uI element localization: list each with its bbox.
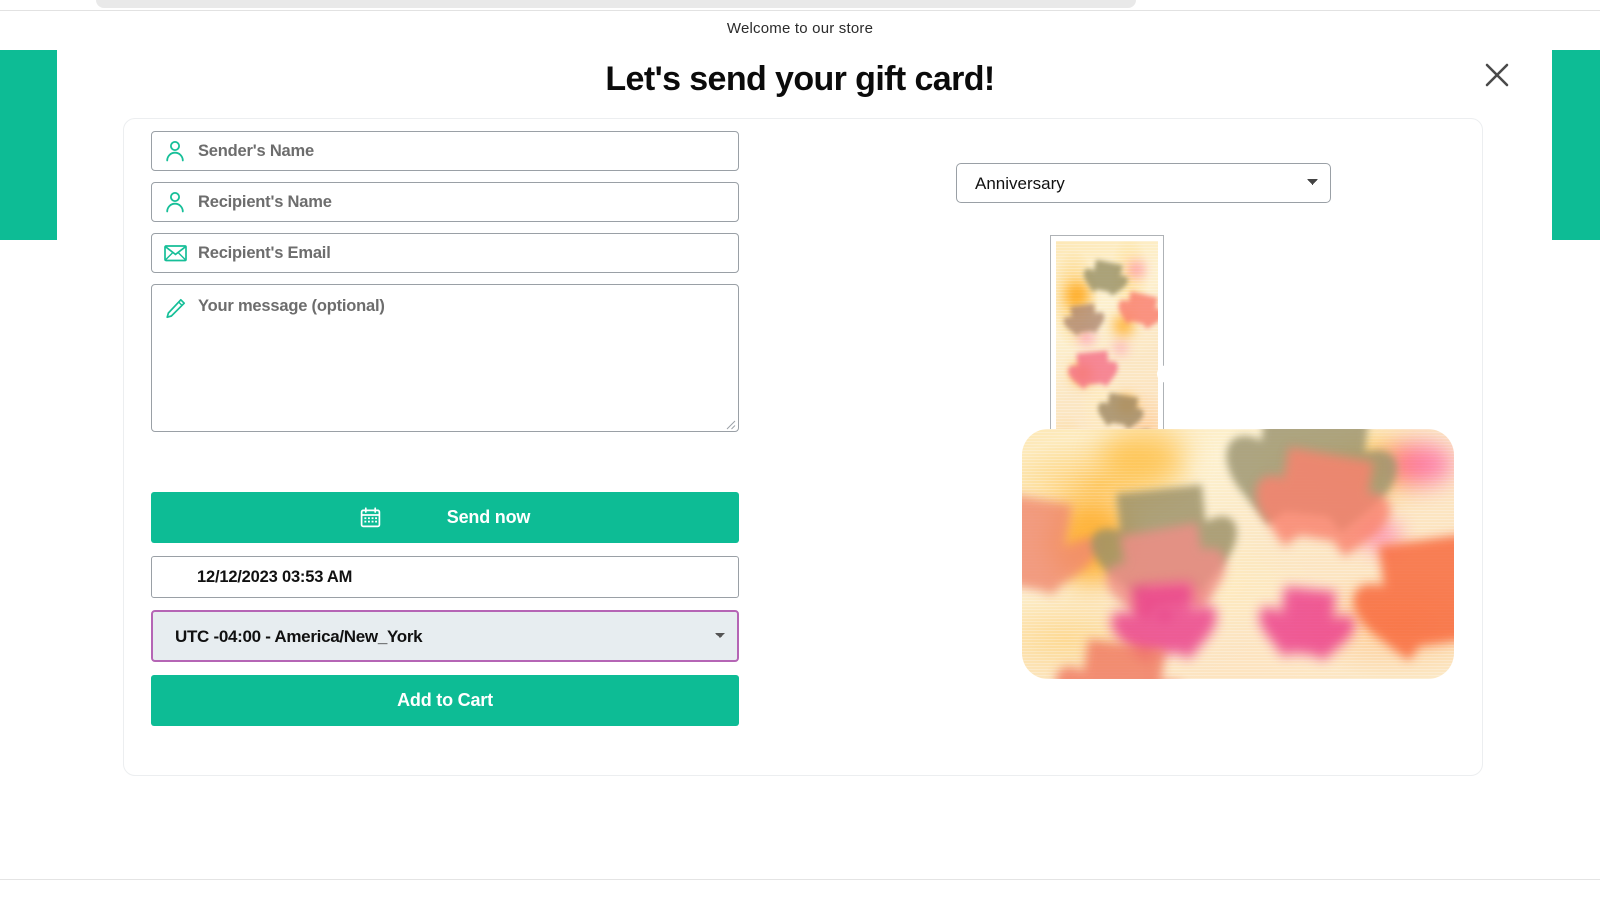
calendar-icon (360, 507, 381, 528)
design-selected-indicator (1157, 365, 1174, 382)
send-now-label: Send now (446, 507, 531, 527)
user-icon (152, 190, 198, 214)
close-icon[interactable] (1479, 57, 1515, 93)
gift-card-form: Sender's Name Recipient's Name Recipient… (151, 131, 751, 726)
add-to-cart-button[interactable]: Add to Cart (151, 675, 739, 726)
datetime-input[interactable]: 12/12/2023 03:53 AM (151, 556, 739, 598)
message-placeholder: Your message (optional) (198, 297, 385, 315)
card-preview-panel: Anniversary (824, 119, 1484, 777)
send-now-button[interactable]: Send now (151, 492, 739, 543)
timezone-select[interactable]: UTC -04:00 - America/New_York (151, 610, 739, 662)
add-to-cart-label: Add to Cart (397, 690, 493, 710)
recipient-name-field[interactable]: Recipient's Name (151, 182, 739, 222)
gift-card-large-preview-image (1022, 429, 1454, 679)
pencil-icon (152, 297, 198, 320)
occasion-select[interactable]: Anniversary (956, 163, 1331, 203)
sender-name-placeholder: Sender's Name (198, 141, 314, 160)
gift-card-form-panel: Sender's Name Recipient's Name Recipient… (123, 118, 1483, 776)
recipient-email-placeholder: Recipient's Email (198, 243, 331, 262)
message-field[interactable]: Your message (optional) (151, 284, 739, 432)
recipient-name-placeholder: Recipient's Name (198, 192, 332, 211)
announcement-bar-text: Welcome to our store (726, 20, 874, 37)
recipient-email-field[interactable]: Recipient's Email (151, 233, 739, 273)
textarea-resize-handle[interactable] (724, 417, 736, 430)
bottom-divider (0, 879, 1600, 880)
top-divider (0, 10, 1600, 11)
gift-card-large-preview (1022, 429, 1454, 679)
page-title: Let's send your gift card! (605, 60, 995, 98)
envelope-icon (152, 244, 198, 262)
top-partial-bar (96, 0, 1136, 8)
sender-name-field[interactable]: Sender's Name (151, 131, 739, 171)
user-icon (152, 139, 198, 163)
